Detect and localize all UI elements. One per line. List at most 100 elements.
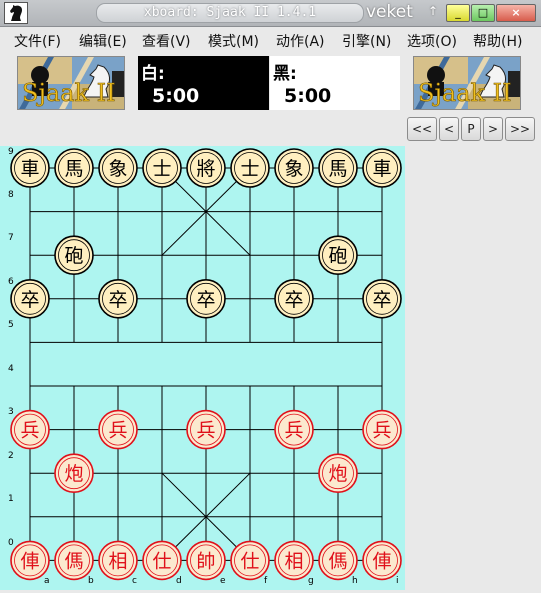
menu-action[interactable]: 动作(A): [276, 31, 325, 51]
piece-label: 砲: [64, 245, 83, 267]
file-label-a: a: [44, 576, 50, 586]
piece-label: 卒: [108, 289, 127, 311]
menu-mode[interactable]: 模式(M): [208, 31, 259, 51]
piece-label: 馬: [328, 158, 347, 180]
piece-black-9[interactable]: 砲: [54, 235, 94, 275]
rank-label-2: 2: [8, 451, 14, 461]
rank-label-8: 8: [8, 190, 14, 200]
piece-black-0[interactable]: 車: [10, 148, 50, 188]
rank-label-1: 1: [8, 494, 14, 504]
piece-black-13[interactable]: 卒: [186, 279, 226, 319]
close-button[interactable]: ×: [496, 4, 536, 22]
piece-red-18[interactable]: 兵: [186, 409, 226, 450]
black-clock-label: 黑:: [273, 64, 297, 84]
chess-knight-icon[interactable]: [4, 2, 28, 24]
rank-label-6: 6: [8, 277, 14, 287]
piece-label: 車: [372, 158, 391, 180]
logo-left-text: Sjaak II: [22, 79, 116, 107]
piece-red-23[interactable]: 俥: [10, 540, 50, 581]
piece-black-1[interactable]: 馬: [54, 148, 94, 188]
white-clock[interactable]: 白: 5:00: [138, 56, 269, 110]
piece-red-25[interactable]: 相: [98, 540, 138, 581]
nav-last-button[interactable]: >>: [505, 117, 535, 141]
piece-black-5[interactable]: 士: [230, 148, 270, 188]
rank-label-0: 0: [8, 538, 14, 548]
piece-label: 炮: [64, 463, 83, 485]
piece-black-10[interactable]: 砲: [318, 235, 358, 275]
piece-label: 卒: [196, 289, 215, 311]
piece-label: 俥: [20, 550, 39, 572]
piece-red-22[interactable]: 炮: [318, 453, 358, 494]
piece-label: 相: [284, 550, 303, 572]
file-label-c: c: [132, 576, 137, 586]
piece-label: 士: [240, 158, 259, 180]
rank-label-4: 4: [8, 364, 14, 374]
maximize-button[interactable]: □: [471, 4, 495, 22]
piece-label: 馬: [64, 158, 83, 180]
black-clock-time: 5:00: [284, 85, 332, 107]
piece-red-26[interactable]: 仕: [142, 540, 182, 581]
rank-label-7: 7: [8, 233, 14, 243]
piece-black-2[interactable]: 象: [98, 148, 138, 188]
piece-red-24[interactable]: 傌: [54, 540, 94, 581]
piece-red-16[interactable]: 兵: [10, 409, 50, 450]
white-clock-time: 5:00: [152, 85, 200, 107]
file-label-g: g: [308, 576, 314, 586]
piece-black-11[interactable]: 卒: [10, 279, 50, 319]
piece-label: 仕: [152, 550, 171, 572]
piece-black-7[interactable]: 馬: [318, 148, 358, 188]
piece-red-27[interactable]: 帥: [186, 540, 226, 581]
piece-label: 兵: [284, 420, 303, 442]
board-canvas[interactable]: 9 8 7 6 5 4 3 2 1 0 a b c d e f g h i 車馬…: [0, 146, 405, 590]
piece-red-21[interactable]: 炮: [54, 453, 94, 494]
menu-engine[interactable]: 引擎(N): [342, 31, 391, 51]
piece-black-6[interactable]: 象: [274, 148, 314, 188]
arrow-up-icon[interactable]: ↑: [428, 4, 438, 18]
title-bar[interactable]: xboard: Sjaak II 1.4.1 veket ↑ _ □ ×: [0, 0, 541, 27]
piece-label: 傌: [64, 550, 83, 572]
rank-label-5: 5: [8, 320, 14, 330]
piece-black-15[interactable]: 卒: [362, 279, 402, 319]
nav-forward-button[interactable]: >: [483, 117, 503, 141]
rank-label-3: 3: [8, 407, 14, 417]
piece-label: 象: [108, 158, 127, 180]
piece-label: 俥: [372, 550, 391, 572]
piece-red-19[interactable]: 兵: [274, 409, 314, 450]
piece-red-30[interactable]: 傌: [318, 540, 358, 581]
piece-black-4[interactable]: 將: [186, 148, 226, 188]
piece-label: 兵: [20, 420, 39, 442]
user-label: veket: [366, 2, 413, 22]
minimize-button[interactable]: _: [446, 4, 470, 22]
piece-black-3[interactable]: 士: [142, 148, 182, 188]
piece-red-28[interactable]: 仕: [230, 540, 270, 581]
piece-black-14[interactable]: 卒: [274, 279, 314, 319]
engine-logo-right: Sjaak II: [413, 56, 521, 110]
piece-label: 兵: [196, 420, 215, 442]
piece-red-31[interactable]: 俥: [362, 540, 402, 581]
file-label-d: d: [176, 576, 182, 586]
file-label-h: h: [352, 576, 358, 586]
nav-back-button[interactable]: <: [439, 117, 459, 141]
menu-help[interactable]: 帮助(H): [473, 31, 522, 51]
board-background: [0, 146, 405, 590]
piece-label: 炮: [328, 463, 347, 485]
xiangqi-board[interactable]: 9 8 7 6 5 4 3 2 1 0 a b c d e f g h i 車馬…: [0, 146, 405, 590]
menu-bar: 文件(F) 编辑(E) 查看(V) 模式(M) 动作(A) 引擎(N) 选项(O…: [0, 27, 541, 53]
piece-black-8[interactable]: 車: [362, 148, 402, 188]
piece-red-20[interactable]: 兵: [362, 409, 402, 450]
piece-label: 兵: [108, 420, 127, 442]
menu-edit[interactable]: 编辑(E): [79, 31, 127, 51]
piece-label: 卒: [372, 289, 391, 311]
engine-logo-left: Sjaak II: [17, 56, 125, 110]
piece-black-12[interactable]: 卒: [98, 279, 138, 319]
window-title: xboard: Sjaak II 1.4.1: [96, 3, 364, 23]
piece-label: 卒: [284, 289, 303, 311]
nav-pause-button[interactable]: P: [461, 117, 481, 141]
black-clock[interactable]: 黑: 5:00: [270, 56, 400, 110]
menu-view[interactable]: 查看(V): [142, 31, 191, 51]
piece-red-17[interactable]: 兵: [98, 409, 138, 450]
nav-first-button[interactable]: <<: [407, 117, 437, 141]
menu-options[interactable]: 选项(O): [407, 31, 457, 51]
piece-red-29[interactable]: 相: [274, 540, 314, 581]
menu-file[interactable]: 文件(F): [14, 31, 61, 51]
